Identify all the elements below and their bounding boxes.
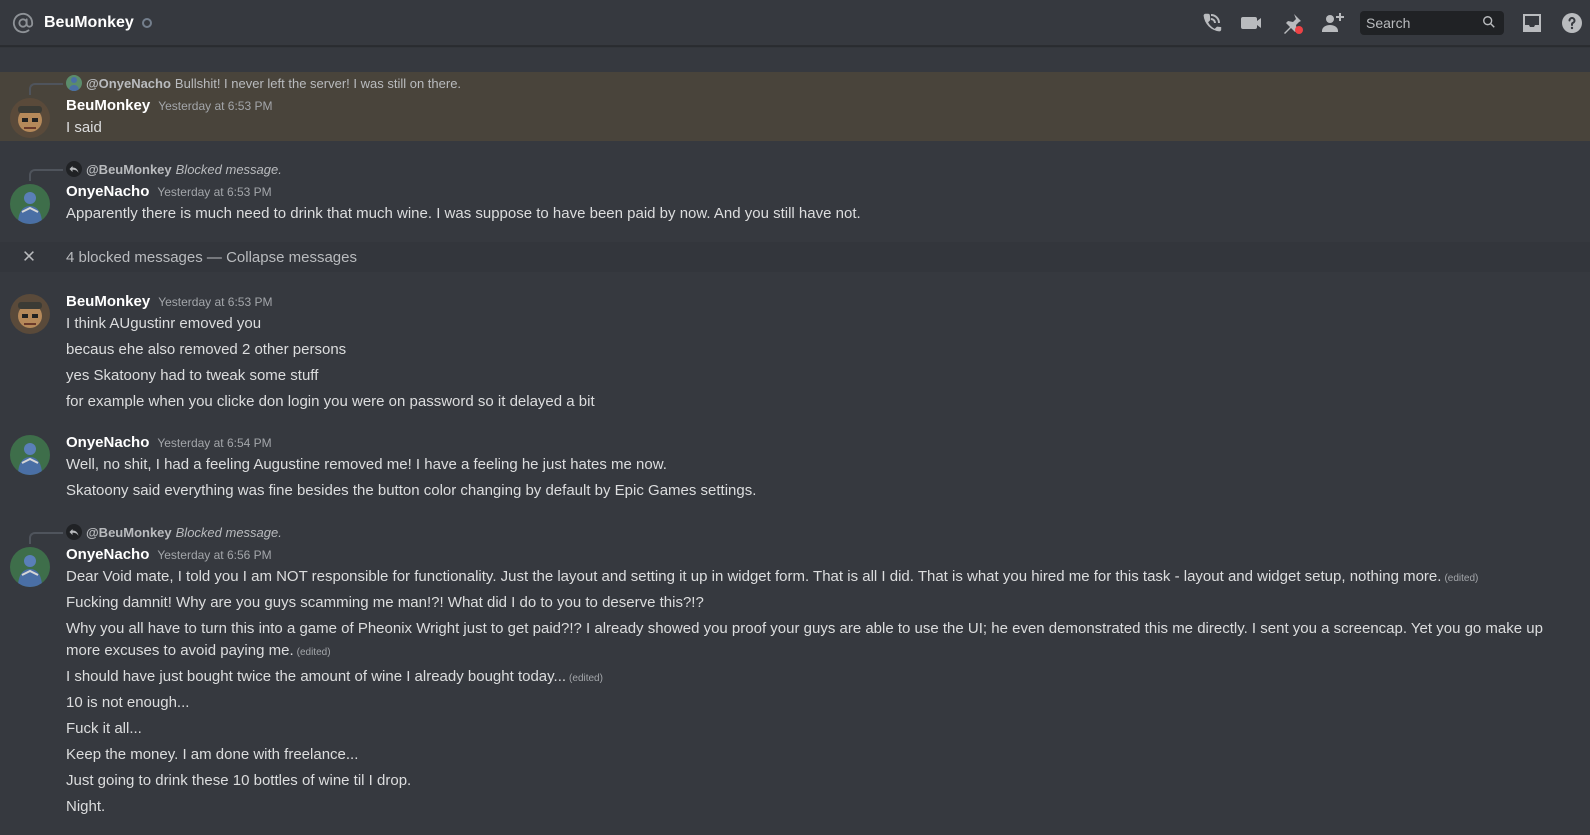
reply-preview[interactable]: @BeuMonkey Blocked message. [66, 159, 282, 179]
reply-spine [29, 83, 63, 95]
reply-text[interactable]: Blocked message. [176, 162, 282, 177]
message-line: becaus ehe also removed 2 other persons [66, 341, 347, 358]
avatar[interactable] [10, 435, 50, 475]
message-group[interactable]: @BeuMonkey Blocked message. OnyeNacho Ye… [0, 521, 1590, 835]
blocked-messages-bar: 4 blocked messages — Collapse messages [0, 242, 1590, 272]
message-content: I think AUgustinr emoved you becaus ehe … [66, 313, 1550, 417]
message-line: I think AUgustinr emoved you [66, 315, 262, 332]
timestamp[interactable]: Yesterday at 6:53 PM [158, 99, 272, 113]
message-line: Dear Void mate, I told you I am NOT resp… [66, 566, 1550, 592]
blocked-messages-label: 4 blocked messages — Collapse messages [66, 249, 357, 266]
reply-spine [29, 532, 63, 544]
timestamp[interactable]: Yesterday at 6:54 PM [157, 436, 271, 450]
message-line: Fuck it all... [66, 720, 142, 737]
message-line: Just going to drink these 10 bottles of … [66, 772, 412, 789]
reply-author[interactable]: @BeuMonkey [86, 162, 172, 177]
message-header: OnyeNacho Yesterday at 6:56 PM [66, 546, 272, 563]
message-content: Apparently there is much need to drink t… [66, 203, 1550, 225]
avatar[interactable] [10, 184, 50, 224]
author-name[interactable]: OnyeNacho [66, 183, 149, 200]
message-line: for example when you clicke don login yo… [66, 393, 595, 410]
reply-spine [29, 169, 63, 181]
message-group[interactable]: BeuMonkey Yesterday at 6:53 PM I think A… [0, 286, 1590, 414]
add-friends-to-dm-icon[interactable] [1320, 11, 1344, 35]
message-content: I said [66, 117, 1550, 139]
timestamp[interactable]: Yesterday at 6:53 PM [158, 295, 272, 309]
reply-avatar [66, 524, 82, 540]
message-header: OnyeNacho Yesterday at 6:54 PM [66, 434, 272, 451]
reply-preview[interactable]: @BeuMonkey Blocked message. [66, 522, 282, 542]
reply-preview[interactable]: @OnyeNacho Bullshit! I never left the se… [66, 73, 461, 93]
collapse-messages-link[interactable]: Collapse messages [226, 249, 357, 266]
message-text: Why you all have to turn this into a gam… [66, 620, 1543, 659]
message-line: Apparently there is much need to drink t… [66, 205, 861, 222]
search-icon [1482, 15, 1498, 31]
message-header: BeuMonkey Yesterday at 6:53 PM [66, 97, 272, 114]
message-header: OnyeNacho Yesterday at 6:53 PM [66, 183, 272, 200]
edited-tag: (edited) [1444, 573, 1479, 584]
message-content: Dear Void mate, I told you I am NOT resp… [66, 566, 1550, 822]
help-icon[interactable] [1560, 11, 1584, 35]
close-icon[interactable] [22, 249, 38, 265]
message-line: I said [66, 119, 102, 136]
avatar[interactable] [10, 294, 50, 334]
channel-header: BeuMonkey [0, 0, 1590, 46]
dm-title: BeuMonkey [44, 13, 134, 31]
message-group[interactable]: OnyeNacho Yesterday at 6:54 PM Well, no … [0, 427, 1590, 507]
inbox-icon[interactable] [1520, 11, 1544, 35]
message-line: yes Skatoony had to tweak some stuff [66, 367, 319, 384]
blocked-count: 4 blocked messages [66, 248, 203, 266]
avatar[interactable] [10, 98, 50, 138]
author-name[interactable]: BeuMonkey [66, 97, 150, 114]
search-bar[interactable] [1360, 11, 1504, 35]
offline-status-icon [141, 17, 152, 28]
blocked-separator: — [202, 248, 227, 266]
message-line: Well, no shit, I had a feeling Augustine… [66, 456, 667, 473]
message-group[interactable]: @BeuMonkey Blocked message. OnyeNacho Ye… [0, 158, 1590, 238]
start-video-call-icon[interactable] [1240, 11, 1264, 35]
author-name[interactable]: OnyeNacho [66, 546, 149, 563]
timestamp[interactable]: Yesterday at 6:53 PM [157, 185, 271, 199]
message-text: Dear Void mate, I told you I am NOT resp… [66, 568, 1442, 585]
edited-tag: (edited) [569, 673, 603, 684]
message-line: Why you all have to turn this into a gam… [66, 618, 1550, 666]
reply-text[interactable]: Blocked message. [176, 525, 282, 540]
at-icon [12, 12, 34, 34]
timestamp[interactable]: Yesterday at 6:56 PM [157, 548, 271, 562]
message-line: Fucking damnit! Why are you guys scammin… [66, 594, 704, 611]
edited-tag: (edited) [296, 647, 331, 658]
author-name[interactable]: BeuMonkey [66, 293, 150, 310]
message-line: I should have just bought twice the amou… [66, 666, 1550, 692]
header-toolbar [1200, 0, 1590, 46]
search-input[interactable] [1366, 15, 1482, 31]
message-line: Skatoony said everything was fine beside… [66, 482, 757, 499]
message-list[interactable]: @OnyeNacho Bullshit! I never left the se… [0, 46, 1590, 835]
message-group[interactable]: @OnyeNacho Bullshit! I never left the se… [0, 72, 1590, 141]
message-line: Night. [66, 798, 106, 815]
reply-author[interactable]: @BeuMonkey [86, 525, 172, 540]
start-voice-call-icon[interactable] [1200, 11, 1224, 35]
message-header: BeuMonkey Yesterday at 6:53 PM [66, 293, 272, 310]
reply-author[interactable]: @OnyeNacho [86, 76, 171, 91]
author-name[interactable]: OnyeNacho [66, 434, 149, 451]
avatar[interactable] [10, 547, 50, 587]
reply-avatar [66, 161, 82, 177]
pinned-messages-icon[interactable] [1280, 11, 1304, 35]
message-line: Keep the money. I am done with freelance… [66, 746, 359, 763]
reply-text[interactable]: Bullshit! I never left the server! I was… [175, 76, 461, 91]
message-content: Well, no shit, I had a feeling Augustine… [66, 454, 1550, 506]
message-text: I should have just bought twice the amou… [66, 668, 567, 685]
message-line: 10 is not enough... [66, 694, 190, 711]
reply-avatar [66, 75, 82, 91]
